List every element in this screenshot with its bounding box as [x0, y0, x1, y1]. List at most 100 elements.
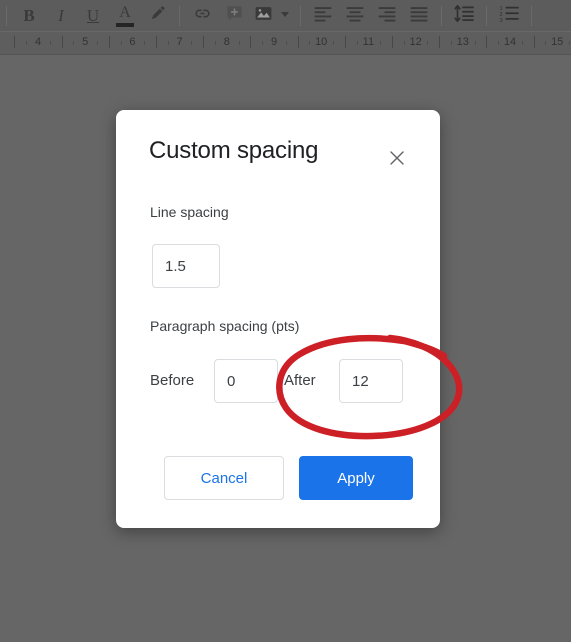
- ruler-number: 4: [34, 36, 42, 48]
- align-right-button[interactable]: [371, 2, 403, 30]
- ruler-minor-tick: [569, 41, 570, 45]
- toolbar-divider: [486, 5, 487, 26]
- ruler-major-tick: [250, 36, 252, 48]
- bold-button[interactable]: B: [13, 2, 45, 30]
- ruler-major-tick: [392, 36, 393, 48]
- after-label: After: [284, 372, 316, 389]
- toolbar-divider: [441, 5, 442, 26]
- insert-image-icon: [254, 4, 273, 28]
- line-spacing-label: Line spacing: [150, 204, 229, 220]
- ruler-major-tick: [533, 36, 535, 48]
- ruler-number: 14: [503, 36, 517, 48]
- toolbar-group-text-format: B I U A: [13, 0, 173, 31]
- line-spacing-button[interactable]: [448, 2, 480, 30]
- insert-image-button[interactable]: [250, 2, 276, 30]
- align-center-button[interactable]: [339, 2, 371, 30]
- ruler-minor-tick: [120, 41, 122, 45]
- ruler-major-tick: [344, 36, 346, 48]
- ruler-number: 9: [270, 36, 278, 48]
- align-left-button[interactable]: [307, 2, 339, 30]
- ruler-major-tick: [439, 36, 441, 48]
- ruler-major-tick: [156, 36, 157, 48]
- paragraph-spacing-label: Paragraph spacing (pts): [150, 318, 300, 334]
- ruler-number: 6: [129, 36, 136, 48]
- before-spacing-input[interactable]: [214, 359, 278, 403]
- cancel-button[interactable]: Cancel: [164, 456, 284, 500]
- app-chrome: B I U A 1 2 3 4 5 6 7 8 9 10 11 12 13 14…: [0, 0, 571, 55]
- italic-button[interactable]: I: [45, 2, 77, 30]
- ruler-minor-tick: [498, 41, 500, 45]
- ruler-number: 10: [315, 36, 328, 48]
- underline-button[interactable]: U: [77, 2, 109, 30]
- toolbar-group-lists: 1 2 3: [493, 0, 525, 31]
- toolbar-group-spacing: [448, 0, 480, 31]
- ruler-number: 13: [456, 36, 469, 48]
- ruler-minor-tick: [262, 41, 264, 45]
- link-icon: [193, 4, 212, 28]
- numbered-list-icon: 1 2 3: [499, 4, 520, 28]
- underline-icon: U: [86, 6, 100, 25]
- italic-icon: I: [58, 6, 64, 25]
- ruler-major-tick: [14, 36, 16, 48]
- ruler-minor-tick: [73, 41, 75, 45]
- bold-icon: B: [23, 6, 35, 25]
- text-color-button[interactable]: A: [109, 2, 141, 30]
- ruler-major-tick: [297, 36, 299, 48]
- ruler-minor-tick: [545, 41, 547, 45]
- after-spacing-input[interactable]: [339, 359, 403, 403]
- close-button[interactable]: [382, 143, 412, 173]
- dialog-title: Custom spacing: [149, 137, 319, 164]
- numbered-list-button[interactable]: 1 2 3: [493, 2, 525, 30]
- toolbar-divider: [531, 5, 532, 26]
- add-comment-button[interactable]: [218, 2, 250, 30]
- ruler-minor-tick: [215, 41, 216, 45]
- toolbar-group-alignment: [307, 0, 435, 31]
- ruler-major-tick: [203, 36, 205, 48]
- ruler-minor-tick: [285, 41, 287, 45]
- ruler-minor-tick: [309, 41, 311, 45]
- align-justify-icon: [409, 4, 429, 27]
- ruler-major-tick: [486, 36, 488, 48]
- ruler-major-tick: [108, 36, 110, 48]
- before-label: Before: [150, 372, 195, 389]
- align-right-icon: [377, 4, 397, 27]
- ruler-minor-tick: [97, 41, 98, 45]
- ruler-major-tick: [61, 36, 63, 48]
- image-options-button[interactable]: [276, 2, 294, 30]
- ruler-minor-tick: [49, 41, 51, 45]
- ruler-minor-tick: [380, 41, 382, 45]
- ruler-minor-tick: [144, 41, 146, 45]
- ruler-number: 5: [82, 36, 89, 48]
- text-color-icon: A: [119, 4, 131, 21]
- chevron-down-icon: [279, 7, 291, 25]
- ruler-number: 15: [551, 36, 564, 48]
- ruler-minor-tick: [167, 41, 169, 45]
- align-justify-button[interactable]: [403, 2, 435, 30]
- ruler-minor-tick: [403, 41, 405, 45]
- ruler-minor-tick: [474, 41, 476, 45]
- ruler-minor-tick: [238, 41, 240, 45]
- highlight-button[interactable]: [141, 2, 173, 30]
- svg-text:3: 3: [499, 17, 502, 22]
- align-center-icon: [345, 4, 365, 27]
- ruler-minor-tick: [427, 41, 429, 45]
- custom-spacing-dialog: Custom spacing Line spacing Paragraph sp…: [116, 110, 440, 528]
- align-left-icon: [313, 4, 333, 27]
- formatting-toolbar: B I U A 1 2 3: [0, 0, 571, 31]
- line-spacing-input[interactable]: [152, 244, 220, 288]
- ruler-minor-tick: [521, 41, 523, 45]
- svg-text:1: 1: [499, 6, 502, 12]
- close-icon: [389, 150, 405, 166]
- document-ruler[interactable]: 4 5 6 7 8 9 10 11 12 13 14 15: [0, 31, 571, 55]
- toolbar-divider: [6, 5, 7, 26]
- ruler-minor-tick: [191, 41, 193, 45]
- text-color-swatch: [116, 22, 134, 27]
- toolbar-group-insert: [186, 0, 294, 31]
- line-spacing-icon: [453, 4, 475, 28]
- apply-button[interactable]: Apply: [299, 456, 413, 500]
- add-comment-icon: [225, 4, 244, 28]
- insert-link-button[interactable]: [186, 2, 218, 30]
- ruler-number: 12: [409, 36, 422, 48]
- ruler-number: 7: [176, 36, 183, 48]
- ruler-number: 8: [223, 36, 230, 48]
